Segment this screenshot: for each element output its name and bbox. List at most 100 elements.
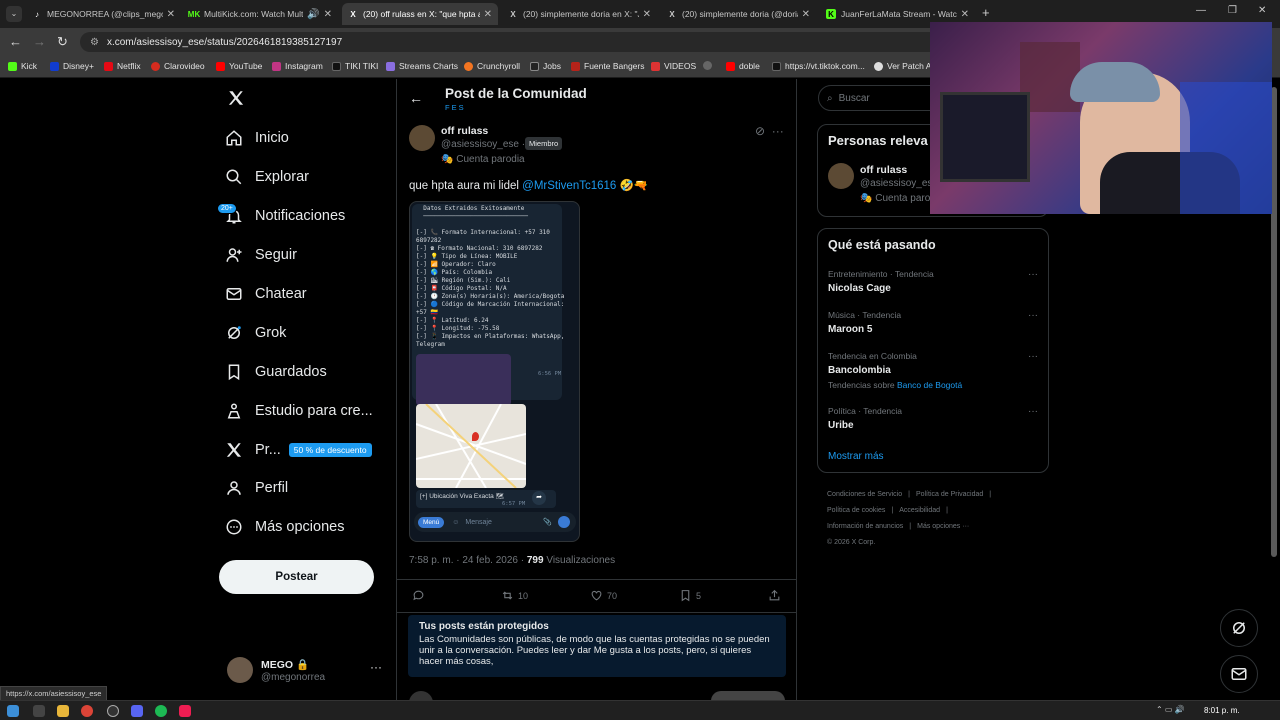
bookmark-item[interactable] bbox=[703, 61, 716, 70]
more-icon[interactable]: ··· bbox=[370, 660, 382, 674]
grok-icon[interactable]: ⊘ bbox=[755, 124, 765, 138]
browser-tab[interactable]: ♪ MEGONORREA (@clips_megon ✕ bbox=[26, 3, 181, 25]
mute-icon[interactable]: 🔊 bbox=[307, 9, 319, 20]
nav-home[interactable]: Inicio bbox=[225, 123, 289, 153]
post-timestamp[interactable]: 7:58 p. m. · 24 feb. 2026 · bbox=[409, 555, 527, 566]
close-tab-icon[interactable]: ✕ bbox=[324, 9, 332, 20]
back-arrow-icon[interactable]: ← bbox=[409, 90, 423, 106]
browser-tab-active[interactable]: X (20) off rulass en X: "que hpta a ✕ bbox=[342, 3, 498, 25]
nav-follow[interactable]: Seguir bbox=[225, 240, 297, 270]
forward-icon[interactable]: → bbox=[33, 34, 46, 49]
footer-link[interactable]: Política de cookies bbox=[827, 507, 885, 514]
address-bar[interactable]: ⚙ x.com/asiessisoy_ese/status/2026461819… bbox=[80, 32, 940, 52]
nav-grok[interactable]: Grok bbox=[225, 318, 286, 348]
bookmark-item[interactable]: YouTube bbox=[216, 61, 262, 71]
footer-link[interactable]: Información de anuncios bbox=[827, 523, 903, 530]
more-icon[interactable]: ··· bbox=[1028, 269, 1038, 280]
search-icon[interactable] bbox=[33, 705, 45, 717]
nav-bookmarks[interactable]: Guardados bbox=[225, 357, 327, 387]
footer-link[interactable]: Accesibilidad bbox=[899, 507, 940, 514]
start-icon[interactable] bbox=[7, 705, 19, 717]
messages-floating-button[interactable] bbox=[1220, 655, 1258, 693]
bookmark-item[interactable]: https://vt.tiktok.com... bbox=[772, 61, 865, 71]
minimize-icon[interactable]: — bbox=[1196, 5, 1206, 16]
telegram-data-line: [-] 💡 Tipo de Línea: MOBILE bbox=[416, 253, 518, 260]
trend-item[interactable]: Entretenimiento · Tendencia Nicolas Cage… bbox=[828, 269, 1038, 294]
like-button[interactable]: 70 bbox=[590, 589, 617, 602]
account-switcher[interactable]: MEGO 🔒 @megonorrea ··· bbox=[227, 656, 392, 688]
share-button[interactable] bbox=[768, 589, 785, 602]
footer-link[interactable]: Política de Privacidad bbox=[916, 491, 983, 498]
author-name[interactable]: off rulass bbox=[441, 125, 488, 137]
bookmark-item[interactable]: doble bbox=[726, 61, 760, 71]
bookmark-item[interactable]: Clarovideo bbox=[151, 61, 205, 71]
more-icon[interactable]: ··· bbox=[1028, 406, 1038, 417]
trend-item[interactable]: Tendencia en Colombia Bancolombia Tenden… bbox=[828, 351, 1038, 390]
site-info-icon[interactable]: ⚙ bbox=[90, 37, 99, 48]
x-logo-icon[interactable] bbox=[227, 89, 245, 112]
nav-chat[interactable]: Chatear bbox=[225, 279, 307, 309]
show-more-link[interactable]: Mostrar más bbox=[828, 451, 884, 462]
more-icon[interactable]: ··· bbox=[1028, 351, 1038, 362]
close-tab-icon[interactable]: ✕ bbox=[484, 9, 492, 20]
nav-creator-studio[interactable]: Estudio para cre... bbox=[225, 396, 373, 426]
bookmark-item[interactable]: Ver Patch A bbox=[874, 61, 931, 71]
post-button[interactable]: Postear bbox=[219, 560, 374, 594]
footer-link[interactable]: Más opciones ··· bbox=[917, 523, 969, 530]
mention-link[interactable]: @MrStivenTc1616 bbox=[522, 180, 616, 192]
bookmark-item[interactable]: Netflix bbox=[104, 61, 141, 71]
reply-button[interactable] bbox=[711, 691, 785, 700]
folder-icon[interactable] bbox=[57, 705, 69, 717]
avatar[interactable] bbox=[828, 163, 854, 189]
person-name[interactable]: off rulass bbox=[860, 164, 907, 176]
bookmark-item[interactable]: Crunchyroll bbox=[464, 61, 520, 71]
browser-tab[interactable]: X (20) simplemente doria (@doria ✕ bbox=[661, 3, 816, 25]
close-window-icon[interactable]: ✕ bbox=[1258, 5, 1266, 16]
footer-link[interactable]: Condiciones de Servicio bbox=[827, 491, 902, 498]
browser-tab[interactable]: MK MultiKick.com: Watch Multi 🔊 ✕ bbox=[183, 3, 338, 25]
bookmark-item[interactable]: Disney+ bbox=[50, 61, 94, 71]
more-icon[interactable]: ··· bbox=[1028, 310, 1038, 321]
spotify-icon[interactable] bbox=[155, 705, 167, 717]
bookmark-item[interactable]: Kick bbox=[8, 61, 37, 71]
person-handle[interactable]: @asiessisoy_ese bbox=[860, 178, 938, 189]
nav-notifications[interactable]: 20+ Notificaciones bbox=[217, 201, 345, 231]
post-image[interactable]: Datos Extraidos Exitosamente ───────────… bbox=[409, 201, 580, 542]
nav-premium[interactable]: Pr... 50 % de descuento bbox=[225, 435, 372, 465]
bookmark-item[interactable]: Instagram bbox=[272, 61, 323, 71]
browser-tab[interactable]: X (20) simplemente doria en X: "J ✕ bbox=[502, 3, 657, 25]
bookmark-item[interactable]: Streams Charts bbox=[386, 61, 458, 71]
back-icon[interactable]: ← bbox=[9, 34, 22, 49]
trend-item[interactable]: Música · Tendencia Maroon 5 ··· bbox=[828, 310, 1038, 335]
close-tab-icon[interactable]: ✕ bbox=[961, 9, 969, 20]
grok-floating-button[interactable] bbox=[1220, 609, 1258, 647]
bookmark-item[interactable]: Fuente Bangers bbox=[571, 61, 644, 71]
trend-item[interactable]: Política · Tendencia Uribe ··· bbox=[828, 406, 1038, 431]
new-tab-icon[interactable]: + bbox=[982, 5, 990, 20]
discord-icon[interactable] bbox=[131, 705, 143, 717]
reply-button[interactable] bbox=[412, 589, 429, 602]
bookmark-item[interactable]: TIKI TIKI bbox=[332, 61, 378, 71]
nav-profile[interactable]: Perfil bbox=[225, 473, 288, 503]
nav-explore[interactable]: Explorar bbox=[225, 162, 309, 192]
trend-link[interactable]: Banco de Bogotá bbox=[897, 380, 962, 390]
close-tab-icon[interactable]: ✕ bbox=[167, 9, 175, 20]
bookmark-button[interactable]: 5 bbox=[679, 589, 701, 602]
maximize-icon[interactable]: ❐ bbox=[1228, 5, 1237, 16]
obs-icon[interactable] bbox=[107, 705, 119, 717]
more-icon[interactable]: ··· bbox=[772, 124, 784, 138]
nav-more-options[interactable]: Más opciones bbox=[225, 512, 344, 542]
community-name[interactable]: FES bbox=[445, 103, 466, 112]
reload-icon[interactable]: ↻ bbox=[57, 34, 68, 50]
author-handle[interactable]: @asiessisoy_ese · bbox=[441, 139, 525, 150]
bookmark-item[interactable]: Jobs bbox=[530, 61, 561, 71]
chrome-icon[interactable] bbox=[81, 705, 93, 717]
tab-search-button[interactable]: ⌄ bbox=[6, 6, 22, 22]
close-tab-icon[interactable]: ✕ bbox=[643, 9, 651, 20]
avatar[interactable] bbox=[409, 125, 435, 151]
repost-button[interactable]: 10 bbox=[501, 589, 528, 602]
system-tray[interactable]: ⌃ ▭ 🔊 bbox=[1156, 705, 1185, 714]
bookmark-item[interactable]: VIDEOS bbox=[651, 61, 696, 71]
tiktok-icon[interactable] bbox=[179, 705, 191, 717]
close-tab-icon[interactable]: ✕ bbox=[802, 9, 810, 20]
